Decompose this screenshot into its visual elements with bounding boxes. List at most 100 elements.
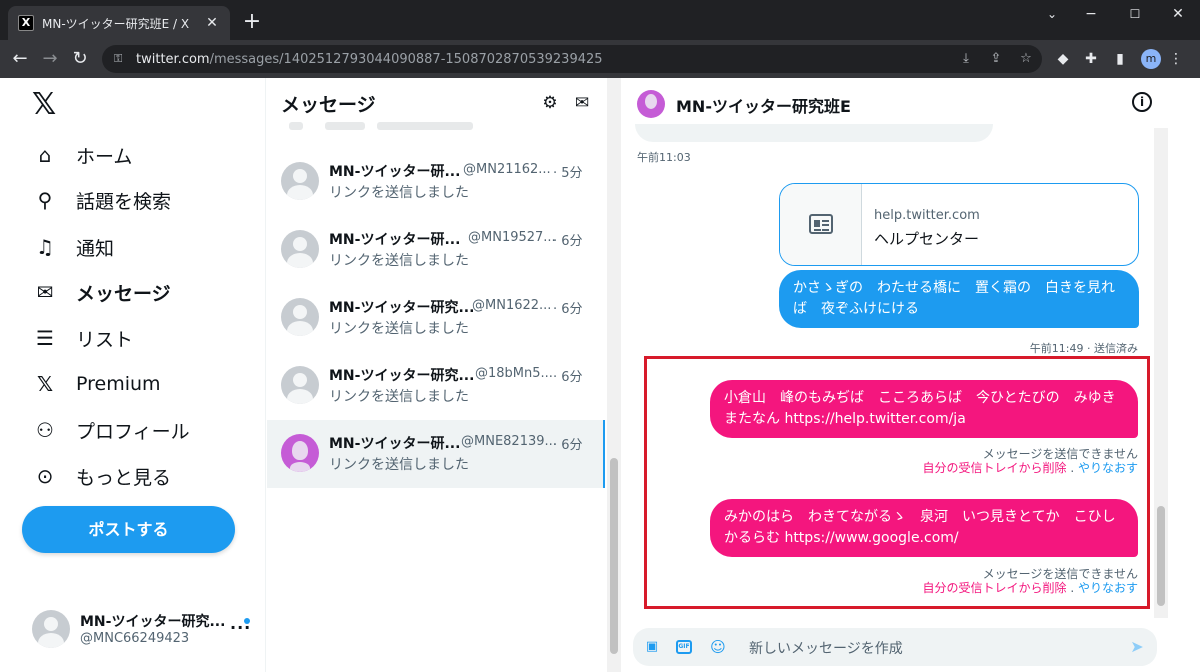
message-list-scrollbar[interactable]	[607, 78, 621, 672]
side-panel-icon[interactable]: ▮	[1110, 49, 1130, 69]
profile-avatar[interactable]: m	[1141, 49, 1161, 69]
conversation-preview: リンクを送信しました	[329, 185, 469, 201]
message-list: メッセージ ⚙ ✉ MN-ツイッター研... @MN21162... · 5分 …	[267, 78, 605, 672]
info-icon[interactable]: i	[1132, 92, 1152, 112]
gear-icon[interactable]: ⚙	[539, 92, 561, 114]
extensions-puzzle-icon[interactable]: ✚	[1081, 49, 1101, 69]
minimize-button[interactable]: −	[1069, 0, 1113, 28]
share-icon[interactable]: ⇪	[986, 49, 1006, 69]
conversation-time: · 6分	[553, 438, 583, 453]
maximize-button[interactable]: ☐	[1113, 0, 1157, 28]
image-icon[interactable]: ▣	[642, 637, 662, 657]
send-icon[interactable]: ➤	[1127, 637, 1147, 657]
extension-icon[interactable]: ◆	[1053, 49, 1073, 69]
browser-menu-icon[interactable]: ⋮	[1166, 49, 1186, 69]
conversation-title: MN-ツイッター研究班E	[676, 97, 851, 116]
conversation-name: MN-ツイッター研...	[329, 232, 461, 248]
conversation-item[interactable]: MN-ツイッター研究... @MN1622... · 6分 リンクを送信しました	[267, 284, 605, 352]
browser-tab[interactable]: X MN-ツイッター研究班E / X ✕	[8, 6, 230, 40]
message-composer[interactable]: ▣ GIF ☺ 新しいメッセージを作成 ➤	[633, 628, 1157, 666]
back-arrow-icon[interactable]: ←	[8, 47, 32, 71]
close-tab-icon[interactable]: ✕	[204, 15, 220, 31]
conversation-time: · 6分	[553, 370, 583, 385]
nav-item-explore[interactable]: ⚲ 話題を検索	[32, 185, 171, 215]
conversation-time: · 5分	[553, 166, 583, 181]
nav-label: リスト	[76, 328, 134, 351]
conversation-name: MN-ツイッター研...	[329, 164, 461, 180]
conversation-name: MN-ツイッター研究...	[329, 368, 475, 384]
conversation-handle: @MNE82139...	[461, 434, 557, 449]
more-circle-icon: ⊙	[36, 464, 54, 488]
conversation-time: · 6分	[553, 234, 583, 249]
account-handle: @MNC66249423	[80, 631, 190, 646]
x-logo-icon[interactable]: 𝕏	[32, 90, 56, 120]
gif-icon[interactable]: GIF	[676, 640, 692, 654]
previous-message-bubble	[635, 124, 993, 142]
close-window-button[interactable]: ✕	[1156, 0, 1200, 28]
nav-item-home[interactable]: ⌂ ホーム	[32, 140, 133, 170]
nav-label: Premium	[76, 373, 161, 395]
nav-item-messages[interactable]: ✉ メッセージ	[32, 277, 171, 307]
reload-icon[interactable]: ↻	[68, 47, 92, 71]
conversation-handle: @18bMn5...	[475, 366, 553, 381]
nav-item-profile[interactable]: ⚇ プロフィール	[32, 415, 190, 445]
nav-item-notifications[interactable]: ♫ 通知	[32, 232, 114, 262]
highlight-box	[644, 356, 1150, 609]
messages-title: メッセージ	[281, 94, 376, 116]
avatar	[281, 298, 319, 336]
person-icon: ⚇	[36, 418, 54, 442]
conversation-item-selected[interactable]: MN-ツイッター研... @MNE82139... · 6分 リンクを送信しまし…	[267, 420, 605, 488]
x-premium-icon: 𝕏	[36, 372, 54, 396]
nav-item-premium[interactable]: 𝕏 Premium	[32, 369, 161, 399]
nav-item-lists[interactable]: ☰ リスト	[32, 323, 133, 353]
conversation-item[interactable]: MN-ツイッター研究... @18bMn5... · 6分 リンクを送信しました	[267, 352, 605, 420]
tab-search-chevron-icon[interactable]: ⌄	[1030, 0, 1074, 28]
nav-label: 話題を検索	[76, 190, 172, 213]
conversation-pane: MN-ツイッター研究班E i 午前11:03 help.twitter.com …	[621, 78, 1200, 672]
message-input[interactable]: 新しいメッセージを作成	[749, 638, 903, 658]
conversation-name: MN-ツイッター研...	[329, 436, 461, 452]
conversation-scrollbar[interactable]	[1154, 128, 1168, 618]
nav-label: もっと見る	[76, 466, 172, 489]
card-domain: help.twitter.com	[874, 208, 980, 223]
home-icon: ⌂	[38, 143, 52, 167]
url-host: twitter.com	[136, 51, 210, 67]
sent-message-bubble[interactable]: かさゝぎの わたせる橋に 置く霜の 白きを見れば 夜ぞふけにける	[779, 270, 1139, 328]
card-title: ヘルプセンター	[874, 230, 980, 248]
bookmark-star-icon[interactable]: ☆	[1016, 49, 1036, 69]
nav-label: 通知	[76, 237, 115, 260]
conversation-name: MN-ツイッター研究...	[329, 300, 475, 316]
tab-title: MN-ツイッター研究班E / X	[42, 16, 190, 31]
install-app-icon[interactable]: ⤓	[956, 49, 976, 69]
conversation-time: · 6分	[553, 302, 583, 317]
timestamp: 午前11:03	[637, 151, 691, 164]
post-button[interactable]: ポストする	[22, 506, 235, 553]
emoji-icon[interactable]: ☺	[708, 637, 728, 657]
browser-toolbar: ← → ↻ ⚿ twitter.com/messages/14025127930…	[0, 40, 1200, 78]
nav-item-more[interactable]: ⊙ もっと見る	[32, 461, 171, 491]
alien-avatar[interactable]	[637, 90, 665, 118]
address-bar[interactable]: ⚿ twitter.com/messages/14025127930440908…	[102, 45, 1042, 73]
nav-label: メッセージ	[76, 282, 171, 305]
bell-icon: ♫	[36, 235, 54, 259]
unread-dot	[244, 618, 250, 624]
account-switcher[interactable]: MN-ツイッター研究... @MNC66249423 ···	[32, 608, 256, 652]
conversation-item[interactable]: MN-ツイッター研... @MN19527... · 6分 リンクを送信しました	[267, 216, 605, 284]
conversation-preview: リンクを送信しました	[329, 253, 469, 269]
new-tab-button[interactable]: +	[238, 8, 266, 36]
article-icon	[780, 184, 862, 265]
search-icon: ⚲	[37, 188, 53, 212]
site-info-icon[interactable]: ⚿	[114, 53, 126, 65]
conversation-preview: リンクを送信しました	[329, 457, 469, 473]
x-logo-favicon-icon: X	[18, 15, 34, 31]
nav-label: ホーム	[76, 145, 133, 168]
forward-arrow-icon[interactable]: →	[38, 47, 62, 71]
timestamp-sent: 午前11:49 · 送信済み	[1029, 342, 1138, 355]
mail-icon: ✉	[36, 280, 54, 304]
avatar	[32, 610, 70, 648]
left-navigation: 𝕏 ⌂ ホーム ⚲ 話題を検索 ♫ 通知 ✉ メッセージ ☰ リスト 𝕏 Pre…	[0, 78, 266, 672]
link-card[interactable]: help.twitter.com ヘルプセンター	[779, 183, 1139, 266]
conversation-item[interactable]: MN-ツイッター研... @MN21162... · 5分 リンクを送信しました	[267, 148, 605, 216]
new-message-icon[interactable]: ✉	[571, 92, 593, 114]
scrolled-item-remnant	[281, 122, 481, 130]
